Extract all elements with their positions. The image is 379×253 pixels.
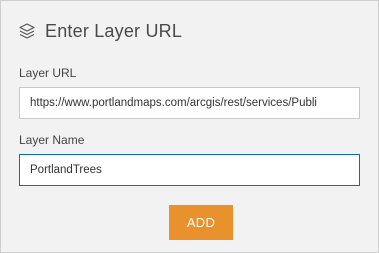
panel-title: Enter Layer URL: [45, 20, 183, 41]
layers-icon: [18, 22, 36, 40]
layer-name-input[interactable]: [19, 154, 360, 186]
panel-header: Enter Layer URL: [18, 19, 182, 43]
layer-url-input[interactable]: [19, 87, 360, 119]
enter-layer-url-panel: Enter Layer URL Layer URL Layer Name ADD: [0, 0, 379, 253]
add-button[interactable]: ADD: [169, 205, 233, 240]
layer-url-label: Layer URL: [19, 66, 77, 80]
layer-name-label: Layer Name: [19, 133, 85, 147]
